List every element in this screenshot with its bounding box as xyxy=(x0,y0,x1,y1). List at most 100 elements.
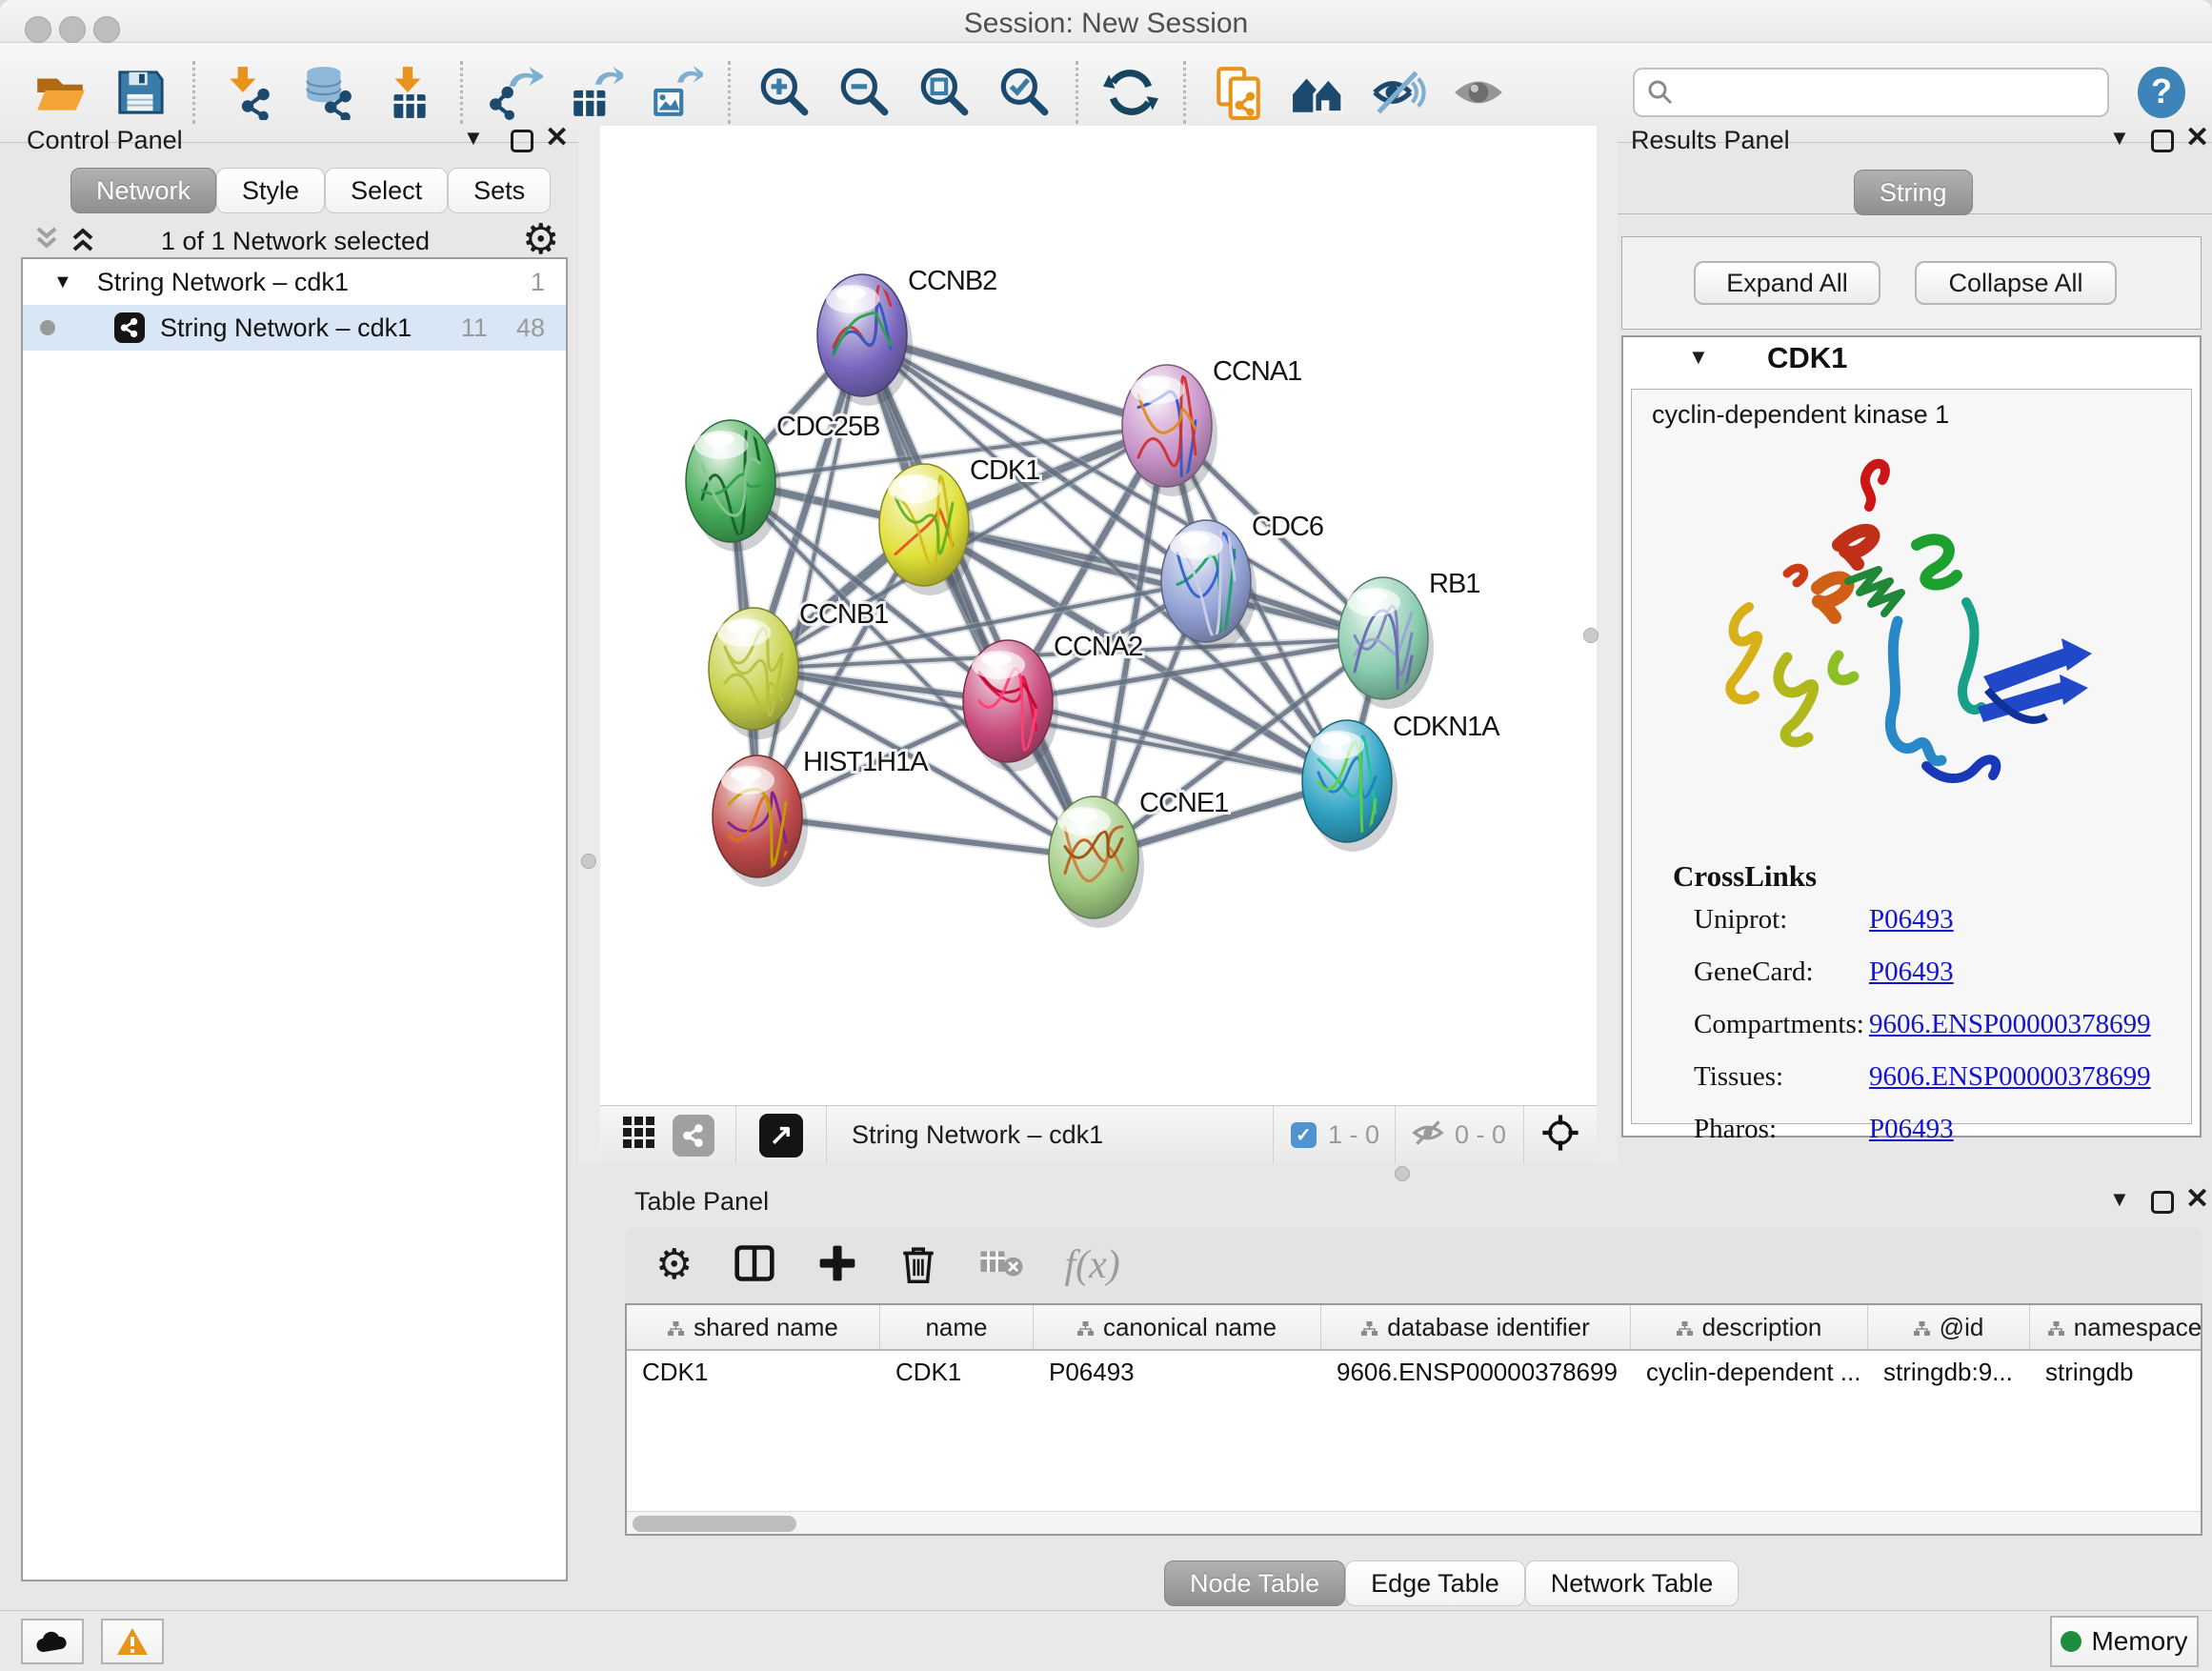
crosslink-link[interactable]: 9606.ENSP00000378699 xyxy=(1869,1061,2151,1093)
import-network-from-database-icon[interactable] xyxy=(300,65,355,120)
zoom-fit-content-icon[interactable] xyxy=(915,65,971,120)
column-header-label: canonical name xyxy=(1103,1313,1277,1342)
zoom-in-icon[interactable] xyxy=(755,65,811,120)
node-CCNE1[interactable] xyxy=(1049,796,1144,928)
node-RB1[interactable] xyxy=(1338,577,1434,709)
right-splitter[interactable] xyxy=(1597,126,1618,1164)
export-table-icon[interactable] xyxy=(568,65,623,120)
toolbar-separator xyxy=(1076,61,1078,124)
collapse-all-button[interactable]: Collapse All xyxy=(1915,261,2117,305)
table-cell[interactable]: CDK1 xyxy=(627,1351,880,1393)
node-CCNB2[interactable] xyxy=(817,274,913,406)
tab-network[interactable]: Network xyxy=(70,168,216,213)
grid-view-icon[interactable] xyxy=(621,1115,657,1156)
first-neighbors-icon[interactable] xyxy=(1291,65,1346,120)
results-panel-title: Results Panel xyxy=(1631,126,1790,155)
crosslink-link[interactable]: P06493 xyxy=(1869,904,1954,936)
right-splitter-handle[interactable] xyxy=(1583,628,1599,643)
table-cell[interactable]: 9606.ENSP00000378699 xyxy=(1321,1351,1631,1393)
table-options-gear-icon[interactable]: ⚙ xyxy=(655,1244,693,1286)
left-splitter-handle[interactable] xyxy=(581,854,596,869)
search-input[interactable] xyxy=(1633,68,2109,117)
column-header-@id[interactable]: @id xyxy=(1868,1305,2030,1349)
crosslink-label: Tissues: xyxy=(1694,1061,1869,1093)
selected-nodes-checkbox[interactable]: ✓ xyxy=(1291,1122,1317,1148)
results-panel-close-icon[interactable]: ✕ xyxy=(2185,126,2209,151)
network-collection-row[interactable]: ▼ String Network – cdk1 1 xyxy=(23,259,566,305)
horizontal-splitter-handle[interactable] xyxy=(1395,1166,1410,1181)
left-splitter[interactable] xyxy=(578,126,600,1164)
table-cell[interactable]: CDK1 xyxy=(880,1351,1034,1393)
collapse-all-tree-icon[interactable] xyxy=(32,225,61,260)
tab-select[interactable]: Select xyxy=(325,168,448,213)
export-network-icon[interactable] xyxy=(488,65,543,120)
table-cell[interactable]: cyclin-dependent ... xyxy=(1631,1351,1868,1393)
network-view-toolbar: ↗ String Network – cdk1 ✓ 1 - 0 0 - 0 xyxy=(600,1105,1597,1164)
save-session-icon[interactable] xyxy=(112,65,168,120)
column-header-shared-name[interactable]: shared name xyxy=(627,1305,880,1349)
node-CDKN1A[interactable] xyxy=(1302,720,1398,852)
results-panel-float-icon[interactable] xyxy=(2151,130,2174,152)
cloud-button[interactable] xyxy=(21,1619,84,1664)
column-header-database-identifier[interactable]: database identifier xyxy=(1321,1305,1631,1349)
table-panel-menu-icon[interactable]: ▼ xyxy=(2109,1189,2130,1210)
control-panel-menu-icon[interactable]: ▼ xyxy=(463,128,484,149)
horizontal-scrollbar[interactable] xyxy=(627,1511,2201,1536)
birdseye-view-icon[interactable]: ↗ xyxy=(759,1114,803,1158)
crosshair-icon[interactable] xyxy=(1539,1112,1581,1158)
network-canvas[interactable]: CCNB2CCNA1CDC25BCDK1CDC6RB1CCNB1CCNA2CDK… xyxy=(600,126,1597,1105)
hide-selected-icon[interactable] xyxy=(1371,65,1426,120)
column-header-namespace[interactable]: namespace xyxy=(2030,1305,2202,1349)
tab-sets[interactable]: Sets xyxy=(448,168,551,213)
tab-edge-table[interactable]: Edge Table xyxy=(1345,1560,1525,1606)
node-CDC6[interactable] xyxy=(1161,514,1257,652)
help-icon[interactable]: ? xyxy=(2134,65,2189,120)
node-CCNB1[interactable] xyxy=(709,608,804,739)
zoom-selected-icon[interactable] xyxy=(995,65,1051,120)
add-column-icon[interactable] xyxy=(816,1242,858,1289)
hidden-eye-icon xyxy=(1411,1116,1445,1155)
column-header-canonical-name[interactable]: canonical name xyxy=(1034,1305,1321,1349)
tab-style[interactable]: Style xyxy=(216,168,325,213)
crosslink-link[interactable]: P06493 xyxy=(1869,1114,1954,1145)
export-image-icon[interactable] xyxy=(648,65,703,120)
table-cell[interactable]: P06493 xyxy=(1034,1351,1321,1393)
disclosure-triangle-icon[interactable]: ▼ xyxy=(53,272,72,293)
memory-button[interactable]: Memory xyxy=(2050,1616,2199,1667)
network-options-gear-icon[interactable]: ⚙ xyxy=(522,219,559,261)
import-network-from-file-icon[interactable] xyxy=(220,65,275,120)
zoom-out-icon[interactable] xyxy=(835,65,891,120)
tab-network-table[interactable]: Network Table xyxy=(1525,1560,1739,1606)
crosslinks-title: CrossLinks xyxy=(1673,859,1817,894)
network-row[interactable]: String Network – cdk1 11 48 xyxy=(23,305,566,351)
results-panel-menu-icon[interactable]: ▼ xyxy=(2109,128,2130,149)
clone-network-icon[interactable] xyxy=(1211,65,1266,120)
expand-all-tree-icon[interactable] xyxy=(69,225,97,260)
network-view-icon[interactable] xyxy=(673,1115,714,1157)
crosslink-link[interactable]: P06493 xyxy=(1869,956,1954,988)
delete-column-icon[interactable] xyxy=(898,1241,938,1290)
select-columns-icon[interactable] xyxy=(733,1242,776,1289)
table-panel-close-icon[interactable]: ✕ xyxy=(2185,1187,2209,1212)
horizontal-scrollbar-thumb[interactable] xyxy=(633,1516,796,1532)
tab-string[interactable]: String xyxy=(1854,170,1973,215)
open-session-icon[interactable] xyxy=(32,65,88,120)
node-CCNA2[interactable] xyxy=(963,640,1058,772)
table-cell[interactable]: stringdb:9... xyxy=(1868,1351,2030,1393)
import-table-from-file-icon[interactable] xyxy=(380,65,435,120)
table-cell[interactable]: stringdb xyxy=(2030,1351,2202,1393)
control-panel-close-icon[interactable]: ✕ xyxy=(545,126,569,151)
refresh-icon[interactable] xyxy=(1103,65,1158,120)
table-panel-float-icon[interactable] xyxy=(2151,1191,2174,1214)
tab-node-table[interactable]: Node Table xyxy=(1164,1560,1345,1606)
node-HIST1H1A[interactable] xyxy=(713,755,808,889)
gene-disclosure-triangle-icon[interactable]: ▼ xyxy=(1688,347,1709,368)
namespace-icon xyxy=(1361,1313,1377,1342)
expand-all-button[interactable]: Expand All xyxy=(1694,261,1880,305)
warnings-button[interactable] xyxy=(101,1619,164,1664)
column-header-description[interactable]: description xyxy=(1631,1305,1868,1349)
control-panel-float-icon[interactable] xyxy=(511,130,533,152)
table-tabs: Node TableEdge TableNetwork Table xyxy=(1164,1560,1739,1606)
crosslink-link[interactable]: 9606.ENSP00000378699 xyxy=(1869,1009,2151,1040)
column-header-name[interactable]: name xyxy=(880,1305,1034,1349)
